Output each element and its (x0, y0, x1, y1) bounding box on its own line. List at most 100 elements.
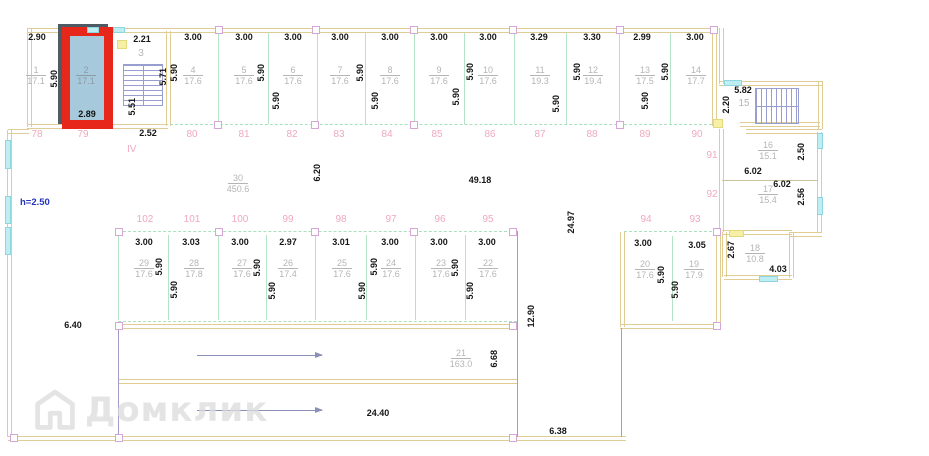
unit-number: 1 (26, 65, 46, 76)
grid-label-96: 96 (434, 214, 446, 225)
unit-divider (670, 33, 671, 124)
unit-number: 16 (758, 140, 778, 151)
grid-label-90: 90 (691, 129, 703, 140)
dim-label: 5.90 (357, 282, 367, 300)
unit-area: 17.6 (333, 269, 351, 279)
unit-number: 26 (278, 258, 298, 269)
grid-label-83: 83 (333, 129, 345, 140)
column-marker (509, 228, 517, 236)
window-mark (817, 197, 823, 215)
unit-3-label: 3 (138, 48, 144, 59)
column-marker (311, 228, 319, 236)
direction-arrow-icon (197, 352, 323, 358)
dim-label: 3.00 (135, 237, 153, 247)
unit-front-line (118, 321, 517, 322)
window-mark (5, 196, 11, 224)
unit-17-label: 17 15.4 (751, 184, 785, 205)
unit-12-label: 12 19.4 (576, 65, 610, 86)
grid-label-88: 88 (586, 129, 598, 140)
window-mark (5, 140, 11, 169)
unit-11-label: 11 19.3 (523, 65, 557, 86)
unit-1-label: 1 17.1 (19, 65, 53, 86)
unit-number: 24 (381, 258, 401, 269)
unit-16-label: 16 15.1 (751, 140, 785, 161)
dim-label: 5.90 (451, 88, 461, 106)
unit-number: 4 (183, 65, 203, 76)
unit-number: 19 (684, 259, 704, 270)
dim-label: 5.90 (267, 282, 277, 300)
column-marker (410, 228, 418, 236)
unit-number: 17 (758, 184, 778, 195)
unit-number: 18 (745, 243, 765, 254)
unit-20-label: 20 17.6 (628, 259, 662, 280)
grid-label-86: 86 (484, 129, 496, 140)
dim-label: 4.03 (769, 264, 787, 274)
grid-label-93: 93 (689, 214, 701, 225)
column-marker (509, 322, 517, 330)
watermark: Домклик (33, 388, 268, 432)
unit-13-label: 13 17.5 (628, 65, 662, 86)
dim-label: 5.90 (271, 92, 281, 110)
grid-label-89: 89 (639, 129, 651, 140)
unit-area: 17.6 (430, 76, 448, 86)
dim-label: 5.90 (169, 281, 179, 299)
unit-number: 12 (583, 65, 603, 76)
unit-divider (414, 33, 415, 124)
grid-label-84: 84 (381, 129, 393, 140)
wall (118, 379, 518, 384)
unit-area: 17.8 (185, 269, 203, 279)
unit-area: 17.4 (279, 269, 297, 279)
unit-number: 25 (332, 258, 352, 269)
column-marker (10, 434, 18, 442)
grid-label-101: 101 (183, 214, 201, 225)
window-mark (759, 276, 778, 282)
wall (790, 232, 822, 237)
dim-label: 3.00 (430, 32, 448, 42)
dim-label: 2.52 (139, 128, 157, 138)
column-marker (115, 434, 123, 442)
wall (8, 436, 626, 441)
unit-area: 17.6 (381, 76, 399, 86)
grid-label-87: 87 (534, 129, 546, 140)
unit-divider (266, 235, 267, 320)
unit-area: 17.6 (479, 269, 497, 279)
unit-number: 6 (283, 65, 303, 76)
unit-area: 17.6 (284, 76, 302, 86)
dim-label: 12.90 (526, 305, 536, 328)
dim-label: 2.67 (726, 241, 736, 259)
grid-label-100: 100 (231, 214, 249, 225)
unit-divider (218, 33, 219, 124)
dim-label: 2.90 (28, 32, 46, 42)
unit-number: 27 (232, 258, 252, 269)
dim-label: 2.56 (796, 188, 806, 206)
unit-number: 23 (431, 258, 451, 269)
unit-number: 11 (530, 65, 550, 76)
unit-divider (514, 33, 515, 124)
wall (517, 231, 518, 437)
column-marker (215, 26, 223, 34)
grid-label-82: 82 (286, 129, 298, 140)
grid-label-94: 94 (640, 214, 652, 225)
unit-area: 17.7 (687, 76, 705, 86)
unit-divider (465, 235, 466, 320)
wall (7, 130, 12, 437)
dim-label: 3.29 (530, 32, 548, 42)
unit-15-label: 15 (738, 98, 750, 109)
column-marker (115, 228, 123, 236)
dim-label: 3.00 (235, 32, 253, 42)
column-marker (311, 121, 319, 129)
unit-area: 17.6 (479, 76, 497, 86)
dim-label: 5.82 (734, 85, 752, 95)
unit-area: 17.6 (235, 76, 253, 86)
unit-number: 10 (478, 65, 498, 76)
stairs-icon (755, 88, 799, 124)
window-mark (5, 227, 11, 255)
dim-label: 3.00 (331, 32, 349, 42)
wall (115, 324, 518, 329)
unit-26-label: 26 17.4 (271, 258, 305, 279)
dim-label: 3.00 (381, 32, 399, 42)
dim-label: 24.97 (566, 211, 576, 234)
dim-label: 5.90 (370, 92, 380, 110)
unit-number: 9 (429, 65, 449, 76)
dim-label: 3.01 (332, 237, 350, 247)
